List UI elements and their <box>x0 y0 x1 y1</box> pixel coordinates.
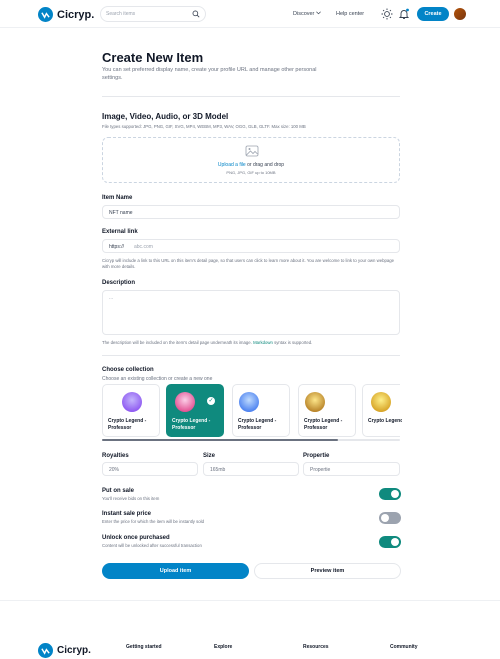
scrollbar-thumb[interactable] <box>102 439 338 441</box>
put-on-sale-toggle[interactable] <box>379 488 401 500</box>
upload-item-button[interactable]: Upload item <box>102 563 249 579</box>
collection-subtitle: Choose an existing collection or create … <box>102 376 213 382</box>
upload-heading: Image, Video, Audio, or 3D Model <box>102 112 229 121</box>
collection-image <box>122 392 142 412</box>
upload-file-types: File types supported: JPG, PNG, GIF, SVG… <box>102 124 306 129</box>
toggle-description: Content will be unlocked after successfu… <box>102 543 202 548</box>
description-label: Description <box>102 280 136 286</box>
royalties-input[interactable]: 20% <box>102 462 198 476</box>
logo-mark-icon <box>38 643 53 658</box>
brand-name: Cicryp. <box>57 8 95 21</box>
page-title: Create New Item <box>102 50 204 65</box>
toggle-title: Put on sale <box>102 488 135 494</box>
description-placeholder: ... <box>109 295 114 301</box>
collection-image <box>371 392 391 412</box>
external-link-prefix: https:// <box>109 244 125 250</box>
divider <box>102 355 400 356</box>
brand-logo[interactable]: Cicryp. <box>38 7 94 22</box>
create-button[interactable]: Create <box>417 7 449 21</box>
collection-image <box>175 392 195 412</box>
item-name-input[interactable]: NFT name <box>102 205 400 219</box>
footer-col-community: Community <box>390 644 418 650</box>
footer-logo[interactable]: Cicryp. <box>38 643 91 658</box>
collection-name: Crypto Legend - Professor <box>238 418 277 431</box>
collection-card[interactable]: Crypto Legend - Professor <box>232 384 290 437</box>
collection-name: Crypto Legend - Professor <box>172 418 211 431</box>
toggle-description: Enter the price for which the item will … <box>102 519 204 524</box>
collection-image <box>305 392 325 412</box>
description-help-suffix: syntax is supported. <box>272 340 313 345</box>
description-help: The description will be included on the … <box>102 340 312 345</box>
footer-col-explore: Explore <box>214 644 233 650</box>
file-dropzone[interactable]: Upload a file or drag and drop PNG, JPG,… <box>102 137 400 183</box>
collection-name: Crypto Legend - Professor <box>108 418 147 431</box>
external-link-input[interactable]: https:// abc.com <box>102 239 400 253</box>
user-avatar[interactable] <box>454 8 466 20</box>
image-icon <box>245 145 259 157</box>
toggle-title: Unlock once purchased <box>102 535 170 541</box>
search-input[interactable]: Search items <box>100 6 206 22</box>
propertie-label: Propertie <box>303 453 330 459</box>
size-placeholder: 165mb <box>210 467 226 473</box>
collection-name: Crypto Legend - Professor <box>368 418 402 424</box>
nav-help-center[interactable]: Help center <box>336 11 364 17</box>
footer-col-getting-started: Getting started <box>126 644 162 650</box>
footer-col-resources: Resources <box>303 644 329 650</box>
collection-card[interactable]: Crypto Legend - Professor <box>298 384 356 437</box>
description-textarea[interactable]: ... <box>102 290 400 335</box>
toggle-knob <box>391 490 399 498</box>
markdown-link[interactable]: Markdown <box>253 340 273 345</box>
collection-scrollbar[interactable] <box>102 439 400 441</box>
top-navbar: Cicryp. Search items Discover Help cente… <box>0 0 500 28</box>
collection-card[interactable]: Crypto Legend - Professor <box>102 384 160 437</box>
collection-image <box>239 392 259 412</box>
external-link-value: abc.com <box>134 244 153 250</box>
item-name-label: Item Name <box>102 195 133 201</box>
upload-instruction: Upload a file or drag and drop <box>103 162 399 168</box>
external-link-label: External link <box>102 229 138 235</box>
page-subtitle: You can set preferred display name, crea… <box>102 67 317 81</box>
item-name-value: NFT name <box>109 210 133 216</box>
preview-item-button[interactable]: Preview item <box>254 563 401 579</box>
size-input[interactable]: 165mb <box>203 462 299 476</box>
check-icon: ✓ <box>207 397 215 405</box>
upload-formats: PNG, JPG, GIF up to 10MB <box>226 170 276 175</box>
upload-drag-text: or drag and drop <box>245 162 285 168</box>
external-link-help: Cicryp will include a link to this URL o… <box>102 258 395 269</box>
nav-discover-label: Discover <box>293 11 315 17</box>
royalties-label: Royalties <box>102 453 129 459</box>
propertie-placeholder: Propertie <box>310 467 331 473</box>
chevron-down-icon <box>316 11 321 15</box>
size-label: Size <box>203 453 216 459</box>
collection-name: Crypto Legend - Professor <box>304 418 343 431</box>
divider <box>102 96 400 97</box>
bell-icon[interactable] <box>398 8 410 20</box>
description-help-text: The description will be included on the … <box>102 340 254 345</box>
collection-card[interactable]: Crypto Legend - Professor <box>362 384 402 437</box>
unlock-toggle[interactable] <box>379 536 401 548</box>
search-icon[interactable] <box>192 10 200 18</box>
toggle-description: You'll receive bids on this item <box>102 496 160 501</box>
nav-discover[interactable]: Discover <box>293 11 321 17</box>
instant-sale-toggle[interactable] <box>379 512 401 524</box>
royalties-placeholder: 20% <box>109 467 120 473</box>
logo-mark-icon <box>38 7 53 22</box>
search-placeholder: Search items <box>106 11 136 17</box>
toggle-title: Instant sale price <box>102 511 152 517</box>
collection-title: Choose collection <box>102 367 154 373</box>
propertie-input[interactable]: Propertie <box>303 462 400 476</box>
toggle-knob <box>381 514 389 522</box>
footer-brand-name: Cicryp. <box>57 645 91 656</box>
upload-file-link[interactable]: Upload a file <box>218 162 246 168</box>
toggle-knob <box>391 538 399 546</box>
sun-icon[interactable] <box>381 8 393 20</box>
collection-card-selected[interactable]: ✓ Crypto Legend - Professor <box>166 384 224 437</box>
